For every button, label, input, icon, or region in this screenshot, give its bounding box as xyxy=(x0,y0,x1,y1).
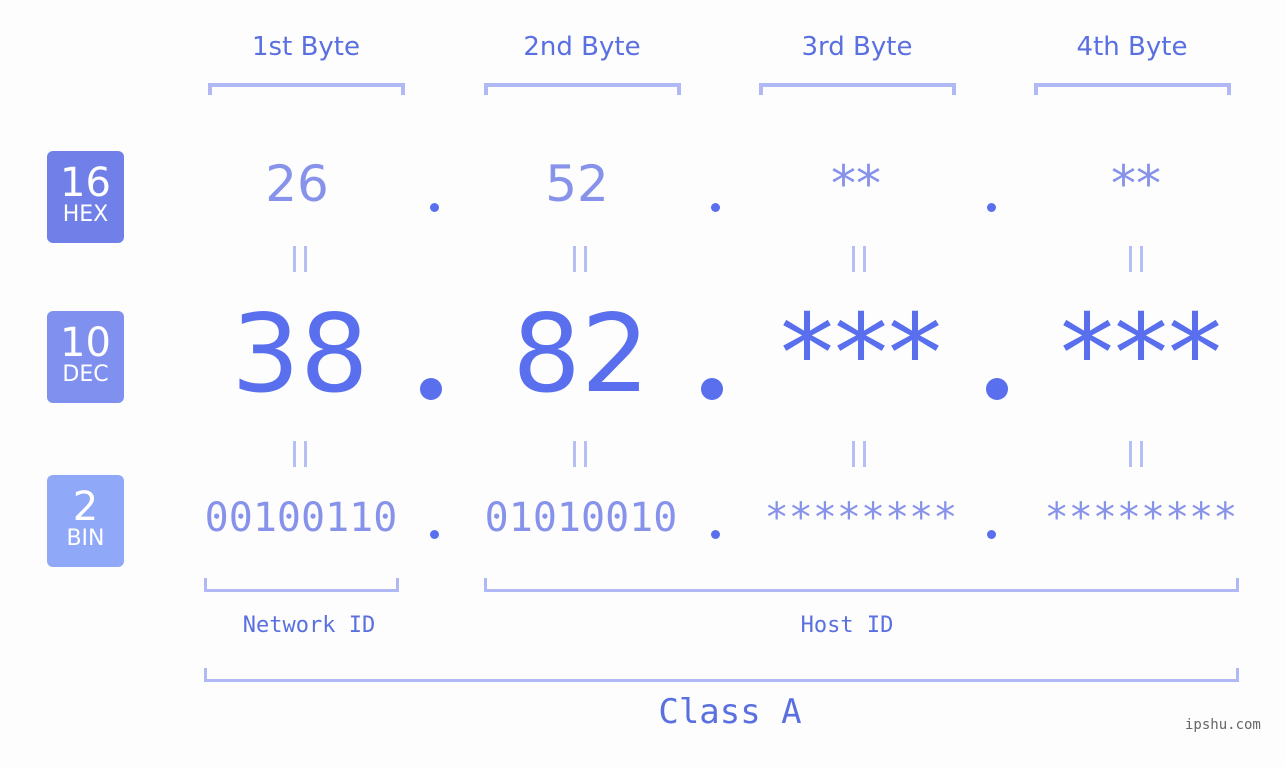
watermark: ipshu.com xyxy=(1185,717,1261,733)
byte-bracket-3 xyxy=(759,83,956,95)
dec-value-4: *** xyxy=(1060,292,1222,417)
bin-badge: 2 BIN xyxy=(47,475,124,567)
hex-value-3: ** xyxy=(831,155,881,213)
dec-value-1: 38 xyxy=(231,292,369,417)
hex-value-2: 52 xyxy=(545,155,609,213)
dec-value-3: *** xyxy=(780,292,942,417)
byte-header-1: 1st Byte xyxy=(252,32,360,62)
bin-separator-dot-1 xyxy=(430,530,439,539)
hex-value-1: 26 xyxy=(265,155,329,213)
equals-sign-icon xyxy=(550,433,610,482)
equals-sign-icon xyxy=(270,433,330,482)
class-label: Class A xyxy=(658,692,802,732)
dec-badge: 10 DEC xyxy=(47,311,124,403)
byte-bracket-2 xyxy=(484,83,681,95)
dec-badge-number: 10 xyxy=(60,320,111,366)
bin-badge-label: BIN xyxy=(66,526,105,551)
hex-badge: 16 HEX xyxy=(47,151,124,243)
hex-badge-number: 16 xyxy=(60,160,111,206)
equals-sign-icon xyxy=(550,238,610,287)
byte-bracket-4 xyxy=(1034,83,1231,95)
hex-value-4: ** xyxy=(1111,155,1161,213)
dec-badge-label: DEC xyxy=(62,362,109,387)
equals-sign-icon xyxy=(829,238,889,287)
bin-value-2: 01010010 xyxy=(484,495,678,541)
hex-badge-label: HEX xyxy=(62,202,109,227)
bin-value-4: ******** xyxy=(1044,495,1238,541)
host-id-label: Host ID xyxy=(800,613,894,638)
bin-separator-dot-3 xyxy=(987,530,996,539)
dec-separator-dot-3 xyxy=(986,378,1008,400)
hex-separator-dot-1 xyxy=(430,203,439,212)
hex-separator-dot-3 xyxy=(987,203,996,212)
network-id-bracket xyxy=(204,578,399,592)
class-bracket xyxy=(204,668,1239,682)
byte-header-2: 2nd Byte xyxy=(523,32,641,62)
equals-sign-icon xyxy=(1106,433,1166,482)
equals-sign-icon xyxy=(1106,238,1166,287)
bin-value-3: ******** xyxy=(764,495,958,541)
hex-separator-dot-2 xyxy=(711,203,720,212)
bin-value-1: 00100110 xyxy=(204,495,398,541)
equals-sign-icon xyxy=(270,238,330,287)
bin-badge-number: 2 xyxy=(72,484,99,530)
network-id-label: Network ID xyxy=(242,613,376,638)
dec-separator-dot-2 xyxy=(701,378,723,400)
host-id-bracket xyxy=(484,578,1239,592)
byte-bracket-1 xyxy=(208,83,405,95)
bin-separator-dot-2 xyxy=(711,530,720,539)
byte-header-3: 3rd Byte xyxy=(801,32,913,62)
equals-sign-icon xyxy=(829,433,889,482)
byte-header-4: 4th Byte xyxy=(1076,32,1188,62)
dec-separator-dot-1 xyxy=(420,378,442,400)
dec-value-2: 82 xyxy=(512,292,650,417)
